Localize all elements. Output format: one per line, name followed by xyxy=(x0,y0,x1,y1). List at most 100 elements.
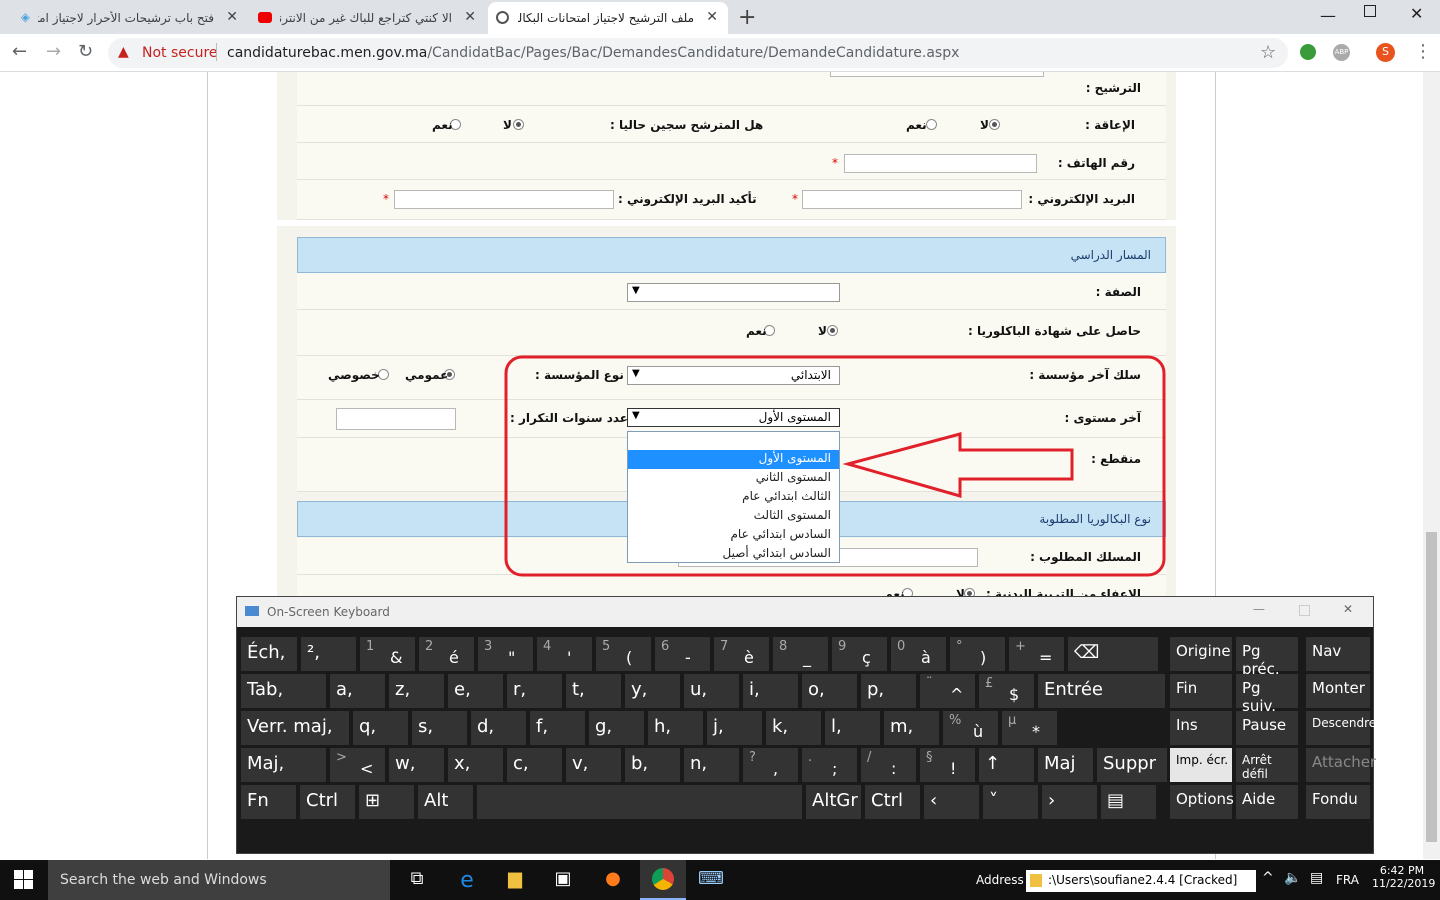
menu-icon[interactable]: ⋮ xyxy=(1414,41,1432,62)
nav-key-0-1[interactable]: Pg préc. xyxy=(1236,637,1298,678)
key-h[interactable]: h, xyxy=(648,711,703,745)
key-j[interactable]: j, xyxy=(707,711,762,745)
key-s[interactable]: s, xyxy=(412,711,467,745)
key-ù[interactable]: % ù xyxy=(943,711,998,745)
security-label[interactable]: Not secure xyxy=(142,45,218,61)
key-7[interactable]: 6- xyxy=(655,637,710,671)
key-o[interactable]: o, xyxy=(802,674,857,708)
key-9[interactable]: 8 _ xyxy=(773,637,828,671)
nav-key-3-1[interactable]: Arrêt défil xyxy=(1236,748,1298,782)
key-$[interactable]: £ $ xyxy=(979,674,1034,708)
key-<[interactable]: > < xyxy=(330,748,385,782)
language-indicator[interactable]: FRA xyxy=(1336,873,1359,887)
key-11[interactable]: 0à xyxy=(891,637,946,671)
clock[interactable]: 6:42 PM 11/22/2019 xyxy=(1372,864,1435,890)
key-;[interactable]: .; xyxy=(802,748,857,782)
maximize-icon[interactable] xyxy=(1299,605,1310,616)
address-input[interactable]: :\Users\soufiane2.4.4 [Cracked] xyxy=(1026,870,1256,892)
taskbar-search[interactable]: Search the web and Windows xyxy=(48,860,390,900)
key-13[interactable]: + = xyxy=(1009,637,1064,671)
arrow-right-key[interactable]: › xyxy=(1042,785,1097,819)
tab-3-active[interactable]: ملف الترشيح لاجتياز امتحانات البكالـ ✕ xyxy=(488,2,728,34)
key-v[interactable]: v, xyxy=(566,748,621,782)
key-y[interactable]: y, xyxy=(625,674,680,708)
key-r[interactable]: r, xyxy=(507,674,562,708)
arrow-down-key[interactable]: ˅ xyxy=(983,785,1038,819)
close-icon[interactable]: ✕ xyxy=(464,9,476,25)
task-view-icon[interactable]: ⧉ xyxy=(404,868,430,892)
nav-key-4-1[interactable]: Aide xyxy=(1236,785,1298,819)
nav-key-1-2[interactable]: Monter xyxy=(1306,674,1370,708)
key-w[interactable]: w, xyxy=(389,748,444,782)
nav-key-3-2[interactable]: Attacher xyxy=(1306,748,1376,782)
key-12[interactable]: °) xyxy=(950,637,1005,671)
key-3[interactable]: 2é xyxy=(419,637,474,671)
ctrl-right-key[interactable]: Ctrl xyxy=(865,785,920,819)
tab-2[interactable]: الا كنتي كتراجع للباك غير من الانترنـ ✕ xyxy=(250,2,486,34)
nav-key-2-0[interactable]: Ins xyxy=(1170,711,1232,745)
nav-key-1-0[interactable]: Fin xyxy=(1170,674,1232,708)
nav-key-3-0[interactable]: Imp. écr. xyxy=(1170,748,1232,782)
nav-key-2-1[interactable]: Pause xyxy=(1236,711,1298,745)
key-b[interactable]: b, xyxy=(625,748,680,782)
arrow-left-key[interactable]: ‹ xyxy=(924,785,979,819)
backspace-key[interactable]: ⌫ xyxy=(1068,637,1158,671)
key-1[interactable]: ², xyxy=(301,637,356,671)
forward-icon[interactable]: → xyxy=(46,41,61,62)
close-icon[interactable]: ✕ xyxy=(226,9,238,25)
key-e[interactable]: e, xyxy=(448,674,503,708)
volume-icon[interactable]: 🔈 xyxy=(1284,870,1301,886)
close-icon[interactable]: ✕ xyxy=(706,9,718,25)
keyboard-app-icon[interactable]: ⌨ xyxy=(698,868,724,892)
ctrl-key[interactable]: Ctrl xyxy=(300,785,355,819)
key-c[interactable]: c, xyxy=(507,748,562,782)
avatar[interactable]: S xyxy=(1376,43,1395,62)
shift-right-key[interactable]: Maj xyxy=(1038,748,1093,782)
key-x[interactable]: x, xyxy=(448,748,503,782)
nav-key-1-1[interactable]: Pg suiv. xyxy=(1236,674,1298,715)
key-d[interactable]: d, xyxy=(471,711,526,745)
store-icon[interactable]: ▣ xyxy=(550,868,576,892)
key-u[interactable]: u, xyxy=(684,674,739,708)
warning-icon[interactable]: ▲ xyxy=(118,44,129,60)
key-a[interactable]: a, xyxy=(330,674,385,708)
maximize-icon[interactable] xyxy=(1364,5,1376,17)
key-i[interactable]: i, xyxy=(743,674,798,708)
minimize-icon[interactable]: — xyxy=(1253,602,1265,616)
reload-icon[interactable]: ↻ xyxy=(78,41,93,62)
nav-key-4-2[interactable]: Fondu xyxy=(1306,785,1370,819)
key-8[interactable]: 7è xyxy=(714,637,769,671)
edge-icon[interactable]: e xyxy=(454,868,480,893)
key-,[interactable]: ?, xyxy=(743,748,798,782)
key-2[interactable]: 1 & xyxy=(360,637,415,671)
new-tab-button[interactable]: + xyxy=(738,5,756,30)
chrome-taskbar-item[interactable] xyxy=(640,860,686,900)
url-text[interactable]: candidaturebac.men.gov.ma/CandidatBac/Pa… xyxy=(227,45,959,61)
key-caps-lock[interactable]: Verr. maj, xyxy=(241,711,349,745)
page-scrollbar[interactable] xyxy=(1423,72,1440,859)
key-n[interactable]: n, xyxy=(684,748,739,782)
alt-key[interactable]: Alt xyxy=(418,785,473,819)
notification-icon[interactable]: ▤ xyxy=(1310,870,1323,886)
tab-1[interactable]: ◈ فتح باب ترشيحات الأحرار لاجتياز امتحـ … xyxy=(8,2,248,34)
back-icon[interactable]: ← xyxy=(12,41,27,62)
key-p[interactable]: p, xyxy=(861,674,916,708)
close-window-icon[interactable]: ✕ xyxy=(1410,4,1423,23)
enter-key[interactable]: Entrée xyxy=(1038,674,1165,708)
nav-key-4-0[interactable]: Options xyxy=(1170,785,1234,819)
key-10[interactable]: 9ç xyxy=(832,637,887,671)
key-6[interactable]: 5( xyxy=(596,637,651,671)
key-5[interactable]: 4 ' xyxy=(537,637,592,671)
key-shift-left[interactable]: Maj, xyxy=(241,748,326,782)
key-tab[interactable]: Tab, xyxy=(241,674,326,708)
adblock-icon[interactable]: ABP xyxy=(1333,44,1350,61)
key-0[interactable]: Éch, xyxy=(241,637,297,671)
nav-key-2-2[interactable]: Descendre xyxy=(1306,711,1376,745)
key-t[interactable]: t, xyxy=(566,674,621,708)
key-g[interactable]: g, xyxy=(589,711,644,745)
star-icon[interactable]: ☆ xyxy=(1260,42,1276,63)
key-l[interactable]: l, xyxy=(825,711,880,745)
firefox-icon[interactable]: ● xyxy=(600,868,626,892)
key-^[interactable]: ¨ ^ xyxy=(920,674,975,708)
arrow-up-key[interactable]: ↑ xyxy=(979,748,1034,782)
